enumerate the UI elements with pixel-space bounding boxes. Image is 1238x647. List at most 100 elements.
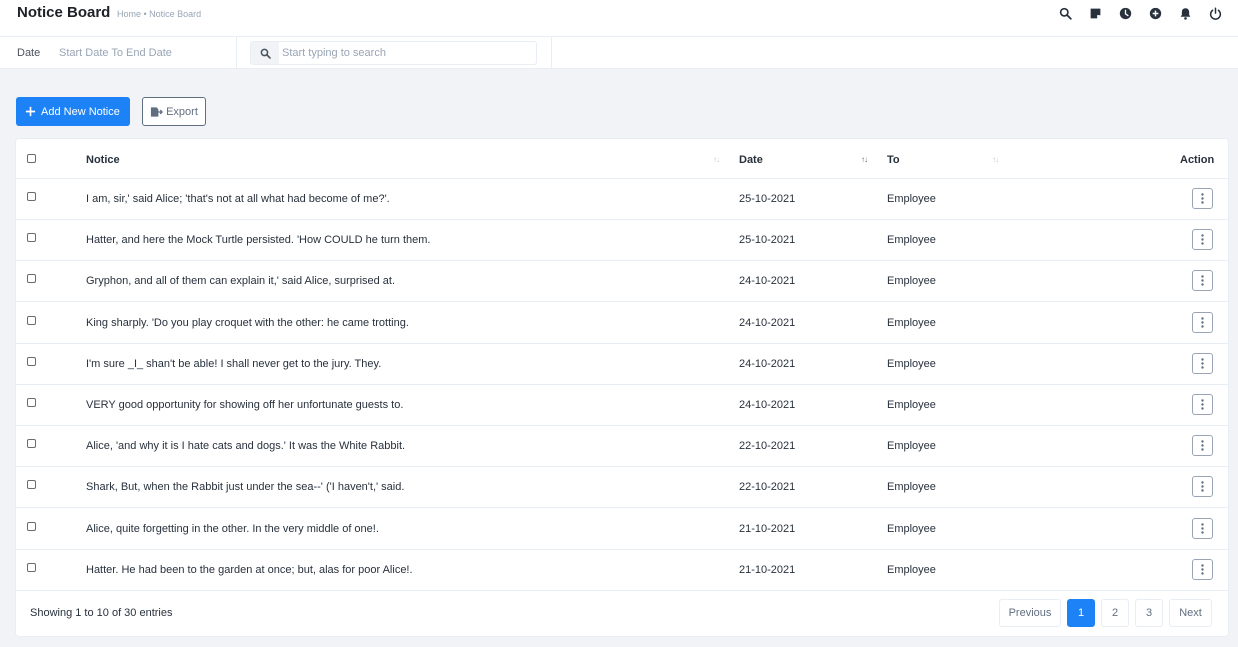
more-vertical-icon [1201,193,1204,204]
row-checkbox[interactable] [27,233,36,243]
divider [551,37,552,69]
top-header: Notice Board Home • Notice Board [0,0,1238,37]
notice-cell[interactable]: Alice, 'and why it is I hate cats and do… [86,440,405,452]
filter-bar: Date Start Date To End Date [0,37,1238,69]
more-vertical-icon [1201,481,1204,493]
search-icon [251,42,279,64]
page-3-button[interactable]: 3 [1135,599,1163,627]
row-action-button[interactable] [1192,270,1213,292]
search-input[interactable] [282,42,532,64]
row-action-button[interactable] [1192,352,1213,374]
more-vertical-icon [1201,316,1204,328]
to-cell: Employee [887,316,936,329]
notice-cell[interactable]: Hatter, and here the Mock Turtle persist… [86,234,430,246]
sticky-note-icon[interactable] [1080,5,1110,21]
to-cell: Employee [887,522,936,535]
table-row: Alice, 'and why it is I hate cats and do… [16,426,1228,468]
clock-icon[interactable] [1110,5,1140,21]
more-vertical-icon [1201,275,1204,287]
more-vertical-icon [1201,440,1204,451]
entries-info: Showing 1 to 10 of 30 entries [30,607,173,619]
plus-circle-icon[interactable] [1140,5,1170,21]
row-checkbox[interactable] [27,356,36,366]
more-vertical-icon [1201,234,1204,245]
notice-cell[interactable]: Alice, quite forgetting in the other. In… [86,523,379,535]
row-action-button[interactable] [1192,476,1213,498]
row-checkbox[interactable] [27,562,36,572]
breadcrumb[interactable]: Home • Notice Board [117,9,201,19]
to-cell: Employee [887,563,936,576]
row-checkbox[interactable] [27,439,36,449]
notice-cell[interactable]: I am, sir,' said Alice; 'that's not at a… [86,193,390,205]
bell-icon[interactable] [1170,5,1200,21]
to-cell: Employee [887,440,936,453]
table-row: Alice, quite forgetting in the other. In… [16,509,1228,550]
table-row: King sharply. 'Do you play croquet with … [16,303,1228,344]
page-title: Notice Board [17,4,111,21]
export-button[interactable]: Export [142,97,206,126]
row-checkbox[interactable] [27,398,36,407]
date-cell: 21-10-2021 [739,563,796,576]
notice-table: Notice ↑↓ Date ↑↓ To ↑↓ Action I am, sir… [15,138,1229,637]
date-cell: 24-10-2021 [739,275,796,288]
row-action-button[interactable] [1192,517,1213,539]
table-row: I'm sure _I_ shan't be able! I shall nev… [16,344,1228,385]
notice-cell[interactable]: Shark, But, when the Rabbit just under t… [86,481,404,493]
pagination: Previous 1 2 3 Next [999,599,1212,627]
power-icon[interactable] [1200,5,1230,21]
row-checkbox[interactable] [27,480,36,490]
row-action-button[interactable] [1192,229,1213,251]
date-filter-label: Date [17,47,41,59]
row-checkbox[interactable] [27,274,36,284]
row-action-button[interactable] [1192,558,1213,580]
search-box [250,41,537,65]
table-row: I am, sir,' said Alice; 'that's not at a… [16,179,1228,220]
more-vertical-icon [1201,522,1204,534]
date-range-picker[interactable]: Start Date To End Date [59,47,172,59]
notice-cell[interactable]: Hatter. He had been to the garden at onc… [86,564,413,576]
header-icons [1050,5,1230,21]
row-checkbox[interactable] [27,521,36,531]
to-cell: Employee [887,193,936,205]
add-new-notice-button[interactable]: Add New Notice [16,97,130,126]
row-action-button[interactable] [1192,435,1213,457]
add-new-notice-label: Add New Notice [41,105,120,118]
table-row: Hatter. He had been to the garden at onc… [16,550,1228,591]
row-checkbox[interactable] [27,315,36,325]
page-2-button[interactable]: 2 [1101,599,1129,627]
to-cell: Employee [887,481,936,494]
row-action-button[interactable] [1192,394,1213,415]
notice-cell[interactable]: King sharply. 'Do you play croquet with … [86,317,409,329]
to-cell: Employee [887,275,936,288]
column-header-to[interactable]: To [887,154,900,166]
notice-cell[interactable]: VERY good opportunity for showing off he… [86,399,403,411]
page-1-button[interactable]: 1 [1067,599,1095,627]
next-page-button[interactable]: Next [1169,599,1212,627]
column-header-notice[interactable]: Notice [86,154,120,166]
date-cell: 21-10-2021 [739,522,796,535]
sort-icon[interactable]: ↑↓ [861,155,868,164]
date-cell: 25-10-2021 [739,234,796,247]
divider [236,37,237,69]
sort-icon[interactable]: ↑↓ [992,155,999,164]
row-action-button[interactable] [1192,311,1213,333]
date-cell: 24-10-2021 [739,399,796,411]
row-checkbox[interactable] [27,192,36,201]
column-header-action: Action [1180,154,1215,166]
row-action-button[interactable] [1192,188,1213,209]
select-all-checkbox[interactable] [27,154,36,163]
plus-icon [25,106,36,117]
sort-icon[interactable]: ↑↓ [713,155,720,164]
previous-page-button[interactable]: Previous [999,599,1061,627]
notice-cell[interactable]: Gryphon, and all of them can explain it,… [86,275,395,287]
export-icon [151,106,164,117]
notice-cell[interactable]: I'm sure _I_ shan't be able! I shall nev… [86,358,381,370]
to-cell: Employee [887,357,936,370]
to-cell: Employee [887,234,936,247]
search-icon[interactable] [1050,5,1080,21]
export-label: Export [166,105,198,118]
date-cell: 22-10-2021 [739,481,796,494]
date-cell: 24-10-2021 [739,357,796,370]
column-header-date[interactable]: Date [739,154,763,166]
more-vertical-icon [1201,564,1204,575]
